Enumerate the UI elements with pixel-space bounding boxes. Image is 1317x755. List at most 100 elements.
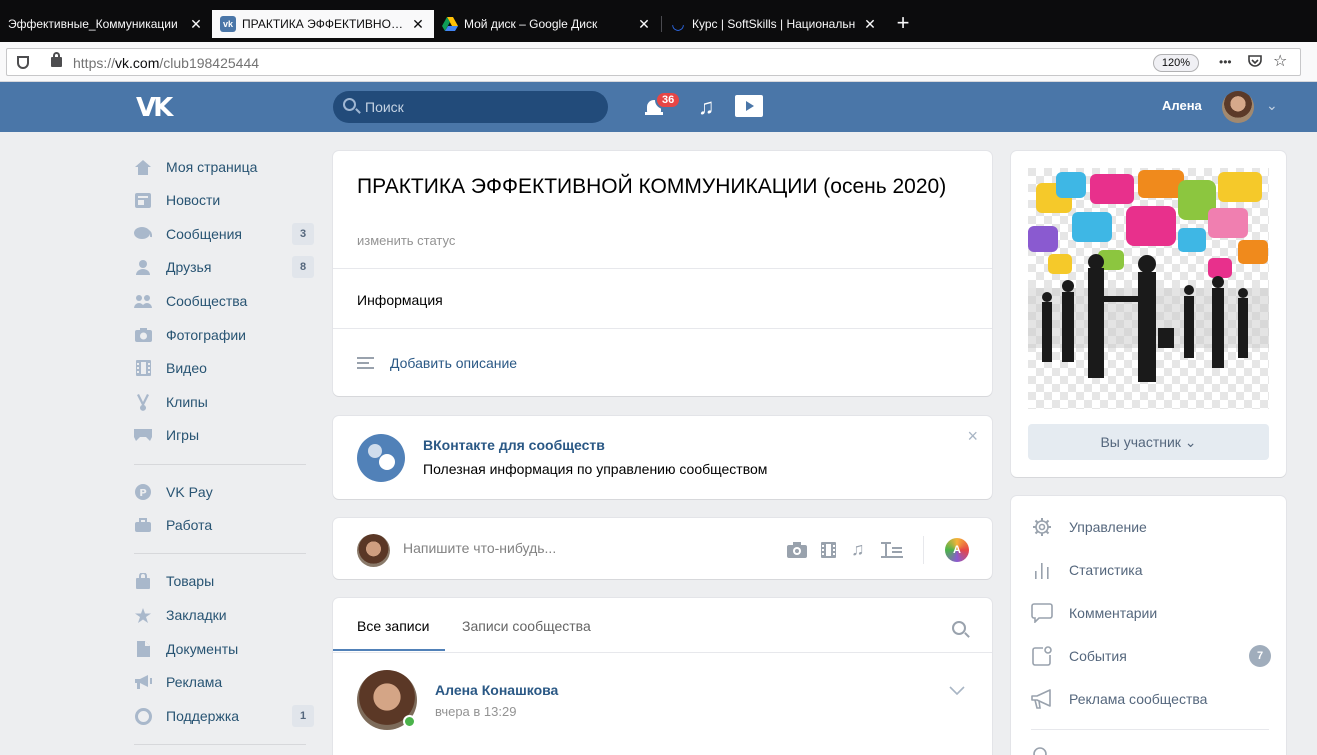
post-timestamp[interactable]: вчера в 13:29 [435, 704, 516, 719]
sidebar-item-messages[interactable]: Сообщения 3 [134, 221, 314, 247]
sidebar-item-label: Закладки [166, 607, 227, 623]
gear-icon [1031, 516, 1053, 538]
compose-divider [923, 536, 924, 564]
vk-logo[interactable]: VK [136, 93, 173, 123]
post-as-author-button[interactable]: A [945, 538, 969, 562]
lifebuoy-icon [134, 707, 152, 725]
vkpay-icon: P [134, 484, 152, 500]
community-cover-image[interactable] [1028, 168, 1269, 409]
compose-post-input[interactable] [403, 540, 763, 556]
browser-tab-3[interactable]: Мой диск – Google Диск ✕ [434, 10, 660, 38]
sidebar-item-label: Товары [166, 573, 215, 589]
sidebar-item-documents[interactable]: Документы [134, 636, 314, 662]
search-icon[interactable] [952, 621, 966, 635]
sidebar-item-video[interactable]: Видео [134, 355, 314, 381]
text-format-icon[interactable] [881, 542, 903, 558]
camera-icon [134, 327, 152, 343]
briefcase-icon [134, 517, 152, 533]
music-icon[interactable]: ♫ [698, 94, 715, 120]
search-input[interactable] [365, 91, 595, 123]
bookmark-star-icon[interactable]: ☆ [1273, 51, 1287, 71]
sidebar-item-clips[interactable]: Клипы [134, 389, 314, 415]
sidebar-item-work[interactable]: Работа [134, 512, 314, 538]
document-icon [134, 641, 152, 657]
tab-title: Курс | SoftSkills | Национальн [692, 17, 856, 31]
camera-icon[interactable] [787, 542, 807, 558]
lock-icon[interactable] [51, 52, 62, 67]
browser-tab-1[interactable]: Эффективные_Коммуникации ✕ [0, 10, 212, 38]
comment-icon [1031, 602, 1053, 624]
sidebar-item-label: Поддержка [166, 708, 240, 724]
sidebar-item-communities[interactable]: Сообщества [134, 288, 314, 314]
wall-card: Все записи Записи сообщества Алена Конаш… [333, 598, 992, 755]
music-icon[interactable]: ♫ [851, 539, 871, 559]
admin-item-comments[interactable]: Комментарии [1031, 598, 1271, 628]
tab-title: ПРАКТИКА ЭФФЕКТИВНОЙ К [242, 17, 406, 31]
close-icon[interactable]: ✕ [862, 16, 878, 33]
chevron-down-icon[interactable] [949, 682, 965, 698]
admin-item-manage[interactable]: Управление [1031, 512, 1271, 542]
shield-icon[interactable] [17, 56, 29, 69]
avatar[interactable] [357, 534, 390, 567]
description-lines-icon [357, 357, 374, 369]
video-play-icon[interactable] [735, 95, 763, 117]
sidebar-item-games[interactable]: Игры [134, 422, 314, 448]
tab-all-posts[interactable]: Все записи [357, 618, 429, 634]
search-icon [1031, 745, 1053, 755]
close-icon[interactable]: ✕ [188, 16, 204, 33]
browser-tabstrip: Эффективные_Коммуникации ✕ vk ПРАКТИКА Э… [0, 0, 1317, 42]
sidebar-item-support[interactable]: Поддержка 1 [134, 703, 314, 729]
messages-icon [134, 226, 152, 242]
events-icon [1031, 645, 1053, 667]
new-tab-button[interactable]: + [890, 12, 916, 36]
change-status-link[interactable]: изменить статус [357, 233, 455, 248]
search-box[interactable] [333, 91, 608, 123]
chevron-down-icon[interactable]: ⌄ [1266, 97, 1278, 114]
stats-icon [1031, 559, 1053, 581]
sidebar-item-ads[interactable]: Реклама [134, 669, 314, 695]
url-text[interactable]: https://vk.com/club198425444 [73, 55, 259, 71]
pocket-icon[interactable] [1247, 53, 1263, 74]
header-avatar[interactable] [1222, 91, 1254, 123]
sidebar-item-vkpay[interactable]: P VK Pay [134, 479, 314, 505]
sidebar-item-bookmarks[interactable]: Закладки [134, 602, 314, 628]
active-tab-indicator [333, 649, 445, 651]
admin-item-events[interactable]: События 7 [1031, 641, 1271, 671]
google-drive-icon [442, 16, 458, 32]
film-icon[interactable] [821, 542, 841, 558]
tab-community-posts[interactable]: Записи сообщества [462, 618, 591, 634]
friends-count-badge: 8 [292, 256, 314, 278]
sidebar-item-goods[interactable]: Товары [134, 568, 314, 594]
admin-item-promote[interactable]: Реклама сообщества [1031, 684, 1271, 714]
close-icon[interactable]: ✕ [636, 16, 652, 33]
sidebar-item-label: Реклама [166, 674, 223, 690]
sidebar-item-news[interactable]: Новости [134, 187, 314, 213]
page-actions-icon[interactable]: ••• [1219, 55, 1232, 69]
sidebar-item-my-page[interactable]: Моя страница [134, 154, 314, 180]
zoom-level[interactable]: 120% [1153, 54, 1199, 72]
promo-title-link[interactable]: ВКонтакте для сообществ [423, 437, 605, 453]
browser-tab-2[interactable]: vk ПРАКТИКА ЭФФЕКТИВНОЙ К ✕ [212, 10, 434, 38]
sidebar-item-friends[interactable]: Друзья 8 [134, 254, 314, 280]
admin-item-stats[interactable]: Статистика [1031, 555, 1271, 585]
url-bar[interactable]: https://vk.com/club198425444 120% ••• ☆ [6, 48, 1301, 76]
community-promo-icon [357, 434, 405, 482]
clips-icon [134, 393, 152, 411]
header-user-name[interactable]: Алена [1162, 98, 1202, 113]
sidebar-item-label: Документы [166, 641, 239, 657]
close-icon[interactable]: ✕ [410, 16, 426, 33]
admin-item-more[interactable] [1031, 741, 1271, 755]
messages-count-badge: 3 [292, 223, 314, 245]
browser-tab-4[interactable]: ◡ Курс | SoftSkills | Национальн ✕ [662, 10, 886, 38]
news-icon [134, 192, 152, 208]
sidebar-item-label: Сообщества [166, 293, 248, 309]
close-icon[interactable]: × [967, 426, 978, 447]
online-status-icon [403, 715, 416, 728]
admin-item-label: Реклама сообщества [1069, 691, 1208, 707]
post-author-name[interactable]: Алена Конашкова [435, 682, 558, 698]
sidebar-item-photos[interactable]: Фотографии [134, 322, 314, 348]
membership-button[interactable]: Вы участник ⌄ [1028, 424, 1269, 460]
loading-icon: ◡ [672, 16, 684, 33]
cover-card: Вы участник ⌄ [1011, 151, 1286, 477]
add-description-button[interactable]: Добавить описание [357, 355, 517, 371]
